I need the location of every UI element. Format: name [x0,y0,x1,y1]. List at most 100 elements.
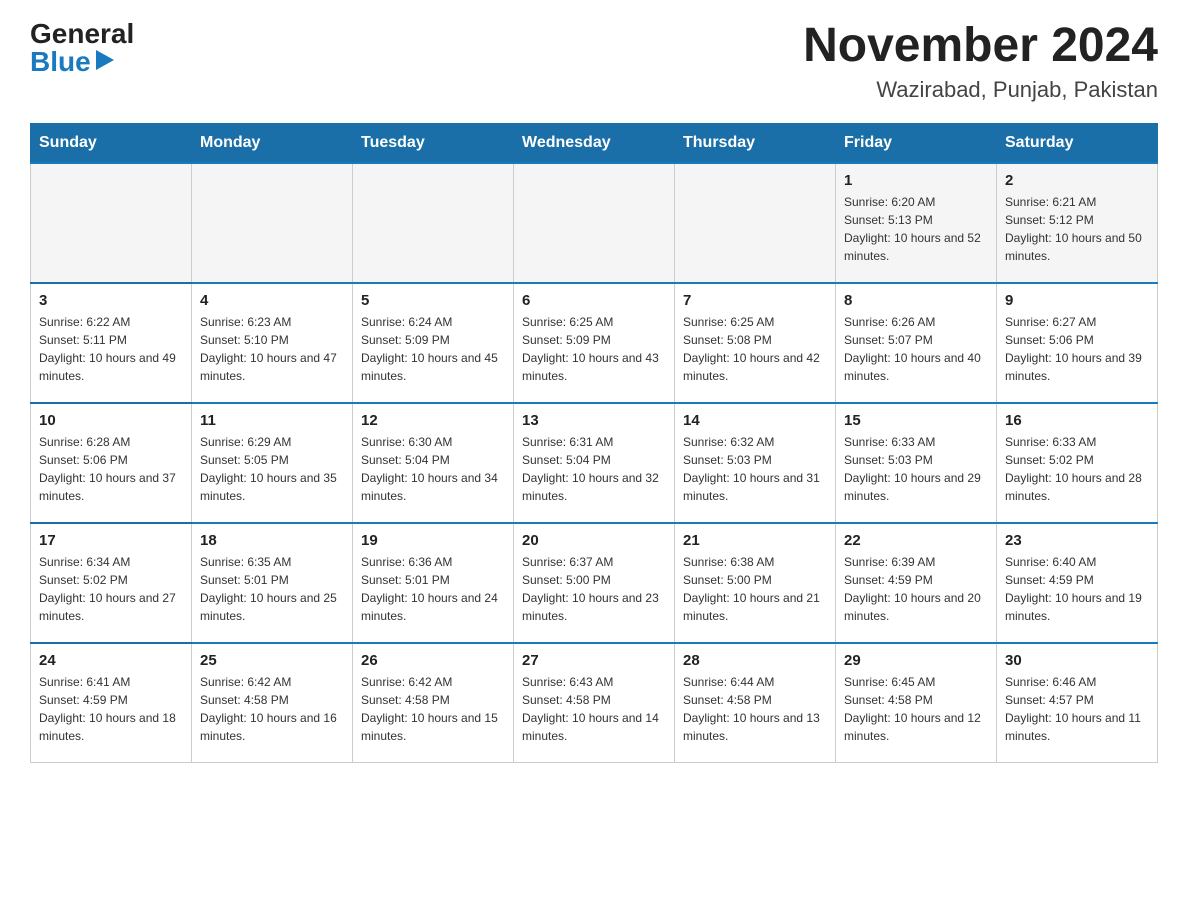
calendar-cell: 29Sunrise: 6:45 AM Sunset: 4:58 PM Dayli… [836,643,997,763]
day-number: 10 [39,412,183,429]
title-area: November 2024 Wazirabad, Punjab, Pakista… [803,20,1158,103]
day-info: Sunrise: 6:38 AM Sunset: 5:00 PM Dayligh… [683,553,827,625]
day-number: 5 [361,292,505,309]
calendar-week-row: 1 Sunrise: 6:20 AM Sunset: 5:13 PM Daylig… [31,163,1158,283]
calendar-cell: 20Sunrise: 6:37 AM Sunset: 5:00 PM Dayli… [514,523,675,643]
day-number: 22 [844,532,988,549]
day-number: 15 [844,412,988,429]
weekday-header-row: SundayMondayTuesdayWednesdayThursdayFrid… [31,123,1158,163]
calendar-cell: 7 Sunrise: 6:25 AM Sunset: 5:08 PM Daylig… [675,283,836,403]
calendar-cell [31,163,192,283]
day-number: 2 [1005,172,1149,189]
day-number: 27 [522,652,666,669]
day-info: Sunrise: 6:20 AM Sunset: 5:13 PM Dayligh… [844,193,988,265]
day-number: 17 [39,532,183,549]
day-number: 4 [200,292,344,309]
day-info: Sunrise: 6:21 AM Sunset: 5:12 PM Dayligh… [1005,193,1149,265]
day-info: Sunrise: 6:28 AM Sunset: 5:06 PM Dayligh… [39,433,183,505]
day-number: 21 [683,532,827,549]
calendar-cell [353,163,514,283]
calendar-cell: 16 Sunrise: 6:33 AM Sunset: 5:02 PM Dayli… [997,403,1158,523]
day-number: 6 [522,292,666,309]
calendar-cell: 11 Sunrise: 6:29 AM Sunset: 5:05 PM Dayli… [192,403,353,523]
day-info: Sunrise: 6:23 AM Sunset: 5:10 PM Dayligh… [200,313,344,385]
page-header: General Blue November 2024 Wazirabad, Pu… [30,20,1158,103]
calendar-cell: 17 Sunrise: 6:34 AM Sunset: 5:02 PM Dayli… [31,523,192,643]
calendar-week-row: 24 Sunrise: 6:41 AM Sunset: 4:59 PM Dayli… [31,643,1158,763]
day-info: Sunrise: 6:42 AM Sunset: 4:58 PM Dayligh… [200,673,344,745]
day-number: 18 [200,532,344,549]
calendar-cell: 28Sunrise: 6:44 AM Sunset: 4:58 PM Dayli… [675,643,836,763]
day-info: Sunrise: 6:29 AM Sunset: 5:05 PM Dayligh… [200,433,344,505]
calendar-cell: 30 Sunrise: 6:46 AM Sunset: 4:57 PM Dayli… [997,643,1158,763]
weekday-header-sunday: Sunday [31,123,192,163]
day-number: 11 [200,412,344,429]
calendar-cell: 10 Sunrise: 6:28 AM Sunset: 5:06 PM Dayli… [31,403,192,523]
day-info: Sunrise: 6:46 AM Sunset: 4:57 PM Dayligh… [1005,673,1149,745]
calendar-cell: 24 Sunrise: 6:41 AM Sunset: 4:59 PM Dayli… [31,643,192,763]
calendar-cell: 23 Sunrise: 6:40 AM Sunset: 4:59 PM Dayli… [997,523,1158,643]
day-number: 23 [1005,532,1149,549]
day-info: Sunrise: 6:34 AM Sunset: 5:02 PM Dayligh… [39,553,183,625]
logo-blue-text: Blue [30,48,115,76]
calendar-cell [192,163,353,283]
day-info: Sunrise: 6:39 AM Sunset: 4:59 PM Dayligh… [844,553,988,625]
weekday-header-friday: Friday [836,123,997,163]
day-info: Sunrise: 6:27 AM Sunset: 5:06 PM Dayligh… [1005,313,1149,385]
day-number: 24 [39,652,183,669]
calendar-table: SundayMondayTuesdayWednesdayThursdayFrid… [30,123,1158,764]
day-number: 14 [683,412,827,429]
calendar-cell: 6 Sunrise: 6:25 AM Sunset: 5:09 PM Daylig… [514,283,675,403]
calendar-cell: 9 Sunrise: 6:27 AM Sunset: 5:06 PM Daylig… [997,283,1158,403]
calendar-cell: 27 Sunrise: 6:43 AM Sunset: 4:58 PM Dayli… [514,643,675,763]
calendar-cell: 18 Sunrise: 6:35 AM Sunset: 5:01 PM Dayli… [192,523,353,643]
calendar-cell: 19Sunrise: 6:36 AM Sunset: 5:01 PM Dayli… [353,523,514,643]
day-info: Sunrise: 6:41 AM Sunset: 4:59 PM Dayligh… [39,673,183,745]
calendar-cell: 21 Sunrise: 6:38 AM Sunset: 5:00 PM Dayli… [675,523,836,643]
day-info: Sunrise: 6:35 AM Sunset: 5:01 PM Dayligh… [200,553,344,625]
day-number: 30 [1005,652,1149,669]
day-info: Sunrise: 6:33 AM Sunset: 5:02 PM Dayligh… [1005,433,1149,505]
day-info: Sunrise: 6:32 AM Sunset: 5:03 PM Dayligh… [683,433,827,505]
weekday-header-saturday: Saturday [997,123,1158,163]
day-info: Sunrise: 6:44 AM Sunset: 4:58 PM Dayligh… [683,673,827,745]
day-number: 16 [1005,412,1149,429]
logo: General Blue [30,20,134,76]
weekday-header-monday: Monday [192,123,353,163]
day-number: 25 [200,652,344,669]
calendar-week-row: 17 Sunrise: 6:34 AM Sunset: 5:02 PM Dayli… [31,523,1158,643]
calendar-cell: 12Sunrise: 6:30 AM Sunset: 5:04 PM Dayli… [353,403,514,523]
day-info: Sunrise: 6:43 AM Sunset: 4:58 PM Dayligh… [522,673,666,745]
day-number: 9 [1005,292,1149,309]
day-info: Sunrise: 6:42 AM Sunset: 4:58 PM Dayligh… [361,673,505,745]
day-number: 1 [844,172,988,189]
logo-general-text: General [30,20,134,48]
day-info: Sunrise: 6:25 AM Sunset: 5:08 PM Dayligh… [683,313,827,385]
logo-triangle-icon [96,50,114,70]
day-number: 7 [683,292,827,309]
calendar-cell: 2 Sunrise: 6:21 AM Sunset: 5:12 PM Daylig… [997,163,1158,283]
calendar-cell: 3Sunrise: 6:22 AM Sunset: 5:11 PM Daylig… [31,283,192,403]
calendar-week-row: 3Sunrise: 6:22 AM Sunset: 5:11 PM Daylig… [31,283,1158,403]
calendar-cell: 1 Sunrise: 6:20 AM Sunset: 5:13 PM Daylig… [836,163,997,283]
day-number: 20 [522,532,666,549]
calendar-cell: 22 Sunrise: 6:39 AM Sunset: 4:59 PM Dayli… [836,523,997,643]
day-info: Sunrise: 6:45 AM Sunset: 4:58 PM Dayligh… [844,673,988,745]
day-info: Sunrise: 6:33 AM Sunset: 5:03 PM Dayligh… [844,433,988,505]
day-info: Sunrise: 6:31 AM Sunset: 5:04 PM Dayligh… [522,433,666,505]
calendar-cell: 4 Sunrise: 6:23 AM Sunset: 5:10 PM Daylig… [192,283,353,403]
day-info: Sunrise: 6:40 AM Sunset: 4:59 PM Dayligh… [1005,553,1149,625]
calendar-cell [675,163,836,283]
day-number: 13 [522,412,666,429]
day-number: 3 [39,292,183,309]
calendar-cell: 8Sunrise: 6:26 AM Sunset: 5:07 PM Daylig… [836,283,997,403]
calendar-cell: 15 Sunrise: 6:33 AM Sunset: 5:03 PM Dayli… [836,403,997,523]
location-subtitle: Wazirabad, Punjab, Pakistan [803,77,1158,103]
weekday-header-thursday: Thursday [675,123,836,163]
day-info: Sunrise: 6:25 AM Sunset: 5:09 PM Dayligh… [522,313,666,385]
calendar-cell: 13 Sunrise: 6:31 AM Sunset: 5:04 PM Dayli… [514,403,675,523]
weekday-header-wednesday: Wednesday [514,123,675,163]
month-year-title: November 2024 [803,20,1158,73]
day-info: Sunrise: 6:36 AM Sunset: 5:01 PM Dayligh… [361,553,505,625]
day-number: 26 [361,652,505,669]
